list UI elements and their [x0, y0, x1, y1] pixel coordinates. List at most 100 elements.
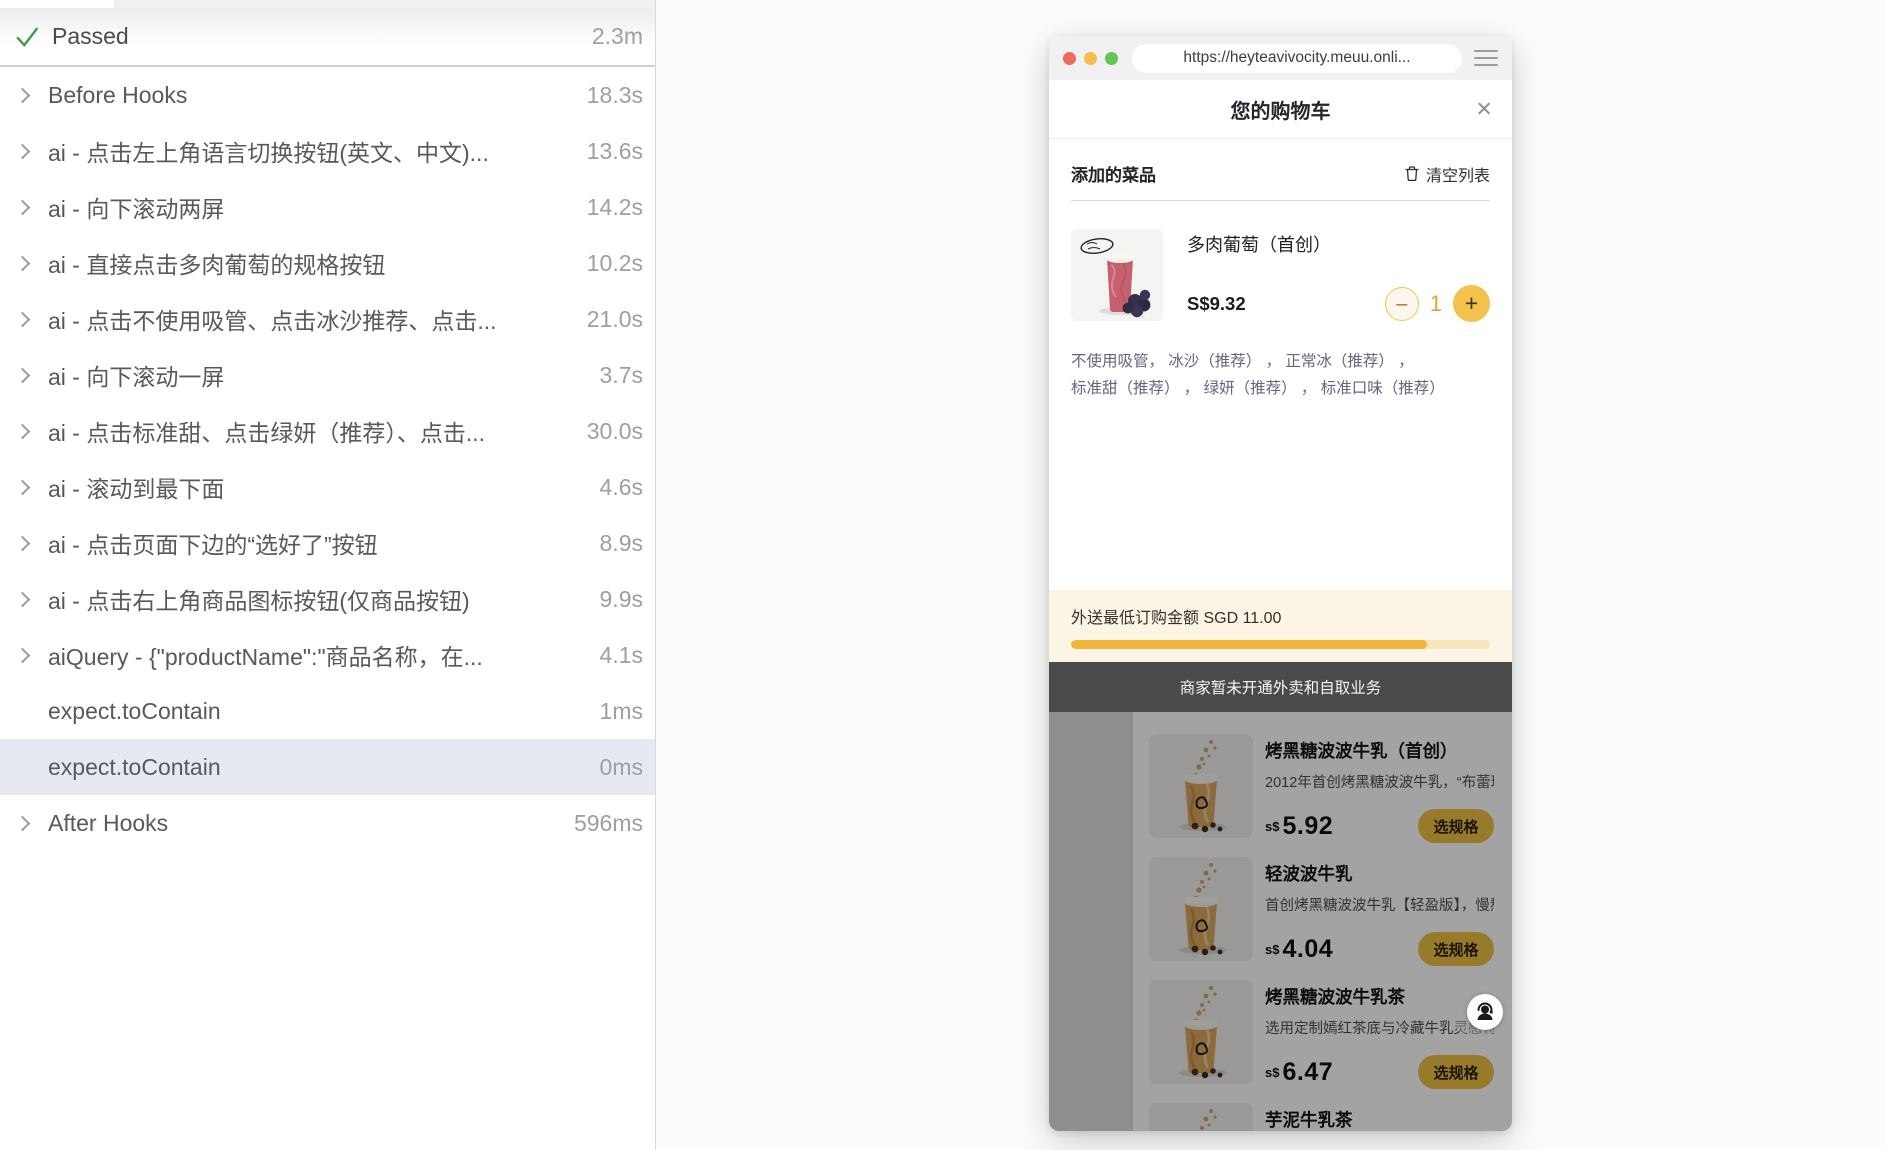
order-progress-fill	[1071, 640, 1428, 649]
cart-header: 您的购物车 ×	[1049, 80, 1512, 138]
step-duration: 3.7s	[599, 361, 643, 388]
test-step-row[interactable]: ai - 点击标准甜、点击绿妍（推荐）、点击... 30.0s	[0, 403, 655, 459]
step-label: ai - 点击页面下边的“选好了”按钮	[48, 532, 378, 558]
step-duration: 4.6s	[599, 473, 643, 500]
cart-title: 您的购物车	[1230, 100, 1331, 123]
category-sidebar	[1049, 712, 1133, 1131]
test-step-row[interactable]: aiQuery - {"productName":"商品名称，在... 4.1s	[0, 627, 655, 683]
step-label: ai - 向下滚动一屏	[48, 364, 225, 390]
select-spec-button[interactable]: 选规格	[1418, 1055, 1494, 1089]
currency-label: s$	[1265, 818, 1280, 834]
expand-chevron-icon	[14, 199, 31, 215]
currency-label: s$	[1265, 1064, 1280, 1080]
test-step-row[interactable]: ai - 点击页面下边的“选好了”按钮 8.9s	[0, 515, 655, 571]
test-summary-row[interactable]: Passed 2.3m	[0, 8, 655, 67]
test-step-row[interactable]: expect.toContain 0ms	[0, 739, 655, 795]
options-line2: 标准甜（推荐） ， 绿妍（推荐） ， 标准口味（推荐）	[1071, 380, 1445, 398]
customer-service-button[interactable]	[1467, 994, 1503, 1030]
step-duration: 14.2s	[586, 193, 643, 220]
test-step-row[interactable]: expect.toContain 1ms	[0, 683, 655, 739]
step-label: ai - 点击左上角语言切换按钮(英文、中文)...	[48, 140, 489, 166]
product-list-item: 烤黑糖波波牛乳（首创） 2012年首创烤黑糖波波牛乳，“布蕾珍... s$ 5.…	[1149, 734, 1494, 857]
product-list: 烤黑糖波波牛乳（首创） 2012年首创烤黑糖波波牛乳，“布蕾珍... s$ 5.…	[1133, 712, 1512, 1131]
select-spec-button[interactable]: 选规格	[1418, 932, 1494, 966]
test-step-row[interactable]: ai - 向下滚动两屏 14.2s	[0, 179, 655, 235]
close-window-button[interactable]	[1063, 51, 1076, 65]
product-list-item: 烤黑糖波波牛乳茶 选用定制嫣红茶底与冷藏牛乳灵感特调... s$ 6.47 选规…	[1149, 980, 1494, 1103]
cart-item-price: S$9.32	[1187, 292, 1246, 314]
step-duration: 0ms	[599, 753, 643, 780]
increase-quantity-button[interactable]: +	[1453, 285, 1490, 322]
step-duration: 13.6s	[586, 137, 643, 164]
step-rows-container: Before Hooks 18.3s ai - 点击左上角语言切换按钮(英文、中…	[0, 67, 655, 851]
test-step-row[interactable]: ai - 点击左上角语言切换按钮(英文、中文)... 13.6s	[0, 123, 655, 179]
step-label: Before Hooks	[48, 81, 188, 108]
step-duration: 21.0s	[586, 305, 643, 332]
product-name: 芋泥牛乳茶	[1265, 1110, 1353, 1130]
select-spec-button[interactable]: 选规格	[1418, 809, 1494, 843]
menu-page: 烤黑糖波波牛乳（首创） 2012年首创烤黑糖波波牛乳，“布蕾珍... s$ 5.…	[1049, 712, 1512, 1131]
product-price: 6.47	[1282, 1057, 1334, 1086]
trash-icon	[1405, 166, 1419, 182]
product-description: 首创烤黑糖波波牛乳【轻盈版】，慢熬...	[1265, 898, 1494, 914]
step-label: ai - 向下滚动两屏	[48, 196, 225, 222]
product-price: 5.92	[1282, 811, 1334, 840]
expand-chevron-icon	[14, 143, 31, 159]
cart-item-options: 不使用吸管， 冰沙（推荐） ， 正常冰（推荐） ， 标准甜（推荐） ， 绿妍（推…	[1071, 348, 1490, 402]
step-duration: 30.0s	[586, 417, 643, 444]
top-strip-notch	[0, 0, 114, 8]
test-step-row[interactable]: ai - 点击不使用吸管、点击冰沙推荐、点击... 21.0s	[0, 291, 655, 347]
step-label: expect.toContain	[48, 697, 221, 724]
product-image	[1149, 1103, 1253, 1131]
menu-icon[interactable]	[1474, 49, 1498, 67]
divider	[1071, 200, 1490, 201]
step-label: ai - 直接点击多肉葡萄的规格按钮	[48, 252, 386, 278]
test-step-list: Passed 2.3m Before Hooks 18.3s ai - 点击左上…	[0, 8, 655, 851]
quantity-value: 1	[1429, 290, 1442, 316]
close-cart-icon[interactable]: ×	[1476, 95, 1492, 123]
test-step-row[interactable]: ai - 直接点击多肉葡萄的规格按钮 10.2s	[0, 235, 655, 291]
product-image	[1149, 980, 1253, 1084]
clear-cart-button[interactable]: 清空列表	[1404, 162, 1490, 186]
minimize-window-button[interactable]	[1084, 51, 1097, 65]
step-duration: 8.9s	[599, 529, 643, 556]
order-progress-bar	[1071, 640, 1490, 649]
service-unavailable-notice: 商家暂未开通外卖和自取业务	[1049, 662, 1512, 712]
cart-item: 多肉葡萄（首创） S$9.32 – 1 +	[1071, 229, 1490, 322]
zoom-window-button[interactable]	[1105, 51, 1118, 65]
step-label: ai - 滚动到最下面	[48, 476, 225, 502]
url-bar[interactable]: https://heyteavivocity.meuu.onli...	[1132, 43, 1462, 73]
expand-chevron-icon	[14, 311, 31, 327]
test-step-row[interactable]: ai - 滚动到最下面 4.6s	[0, 459, 655, 515]
product-name: 轻波波牛乳	[1265, 864, 1353, 884]
test-step-row[interactable]: Before Hooks 18.3s	[0, 67, 655, 123]
expand-chevron-icon	[14, 591, 31, 607]
cart-item-name: 多肉葡萄（首创）	[1187, 235, 1331, 255]
product-name: 烤黑糖波波牛乳（首创）	[1265, 741, 1458, 761]
expand-chevron-icon	[14, 367, 31, 383]
currency-label: s$	[1265, 941, 1280, 957]
minimum-order-banner: 外送最低订购金额 SGD 11.00	[1049, 590, 1512, 662]
test-step-row[interactable]: After Hooks 596ms	[0, 795, 655, 851]
minimum-order-label: 外送最低订购金额 SGD 11.00	[1071, 610, 1282, 627]
expand-chevron-icon	[14, 535, 31, 551]
options-line1: 不使用吸管， 冰沙（推荐） ， 正常冰（推荐） ，	[1071, 353, 1414, 370]
expand-chevron-icon	[14, 647, 31, 663]
test-step-row[interactable]: ai - 点击右上角商品图标按钮(仅商品按钮) 9.9s	[0, 571, 655, 627]
quantity-stepper: – 1 +	[1384, 285, 1490, 322]
clear-cart-label: 清空列表	[1425, 167, 1490, 185]
test-total-duration: 2.3m	[591, 23, 643, 49]
traffic-lights	[1063, 51, 1118, 65]
product-image	[1149, 857, 1253, 961]
expand-chevron-icon	[14, 479, 31, 495]
step-label: aiQuery - {"productName":"商品名称，在...	[48, 644, 483, 670]
test-step-row[interactable]: ai - 向下滚动一屏 3.7s	[0, 347, 655, 403]
step-label: ai - 点击标准甜、点击绿妍（推荐）、点击...	[48, 420, 486, 446]
decrease-quantity-button[interactable]: –	[1384, 286, 1419, 321]
cart-item-image	[1071, 229, 1163, 321]
step-label: ai - 点击不使用吸管、点击冰沙推荐、点击...	[48, 308, 497, 334]
top-strip	[0, 0, 655, 8]
test-report-panel: Passed 2.3m Before Hooks 18.3s ai - 点击左上…	[0, 0, 656, 1150]
expand-chevron-icon	[14, 255, 31, 271]
added-items-heading: 添加的菜品	[1071, 166, 1156, 185]
